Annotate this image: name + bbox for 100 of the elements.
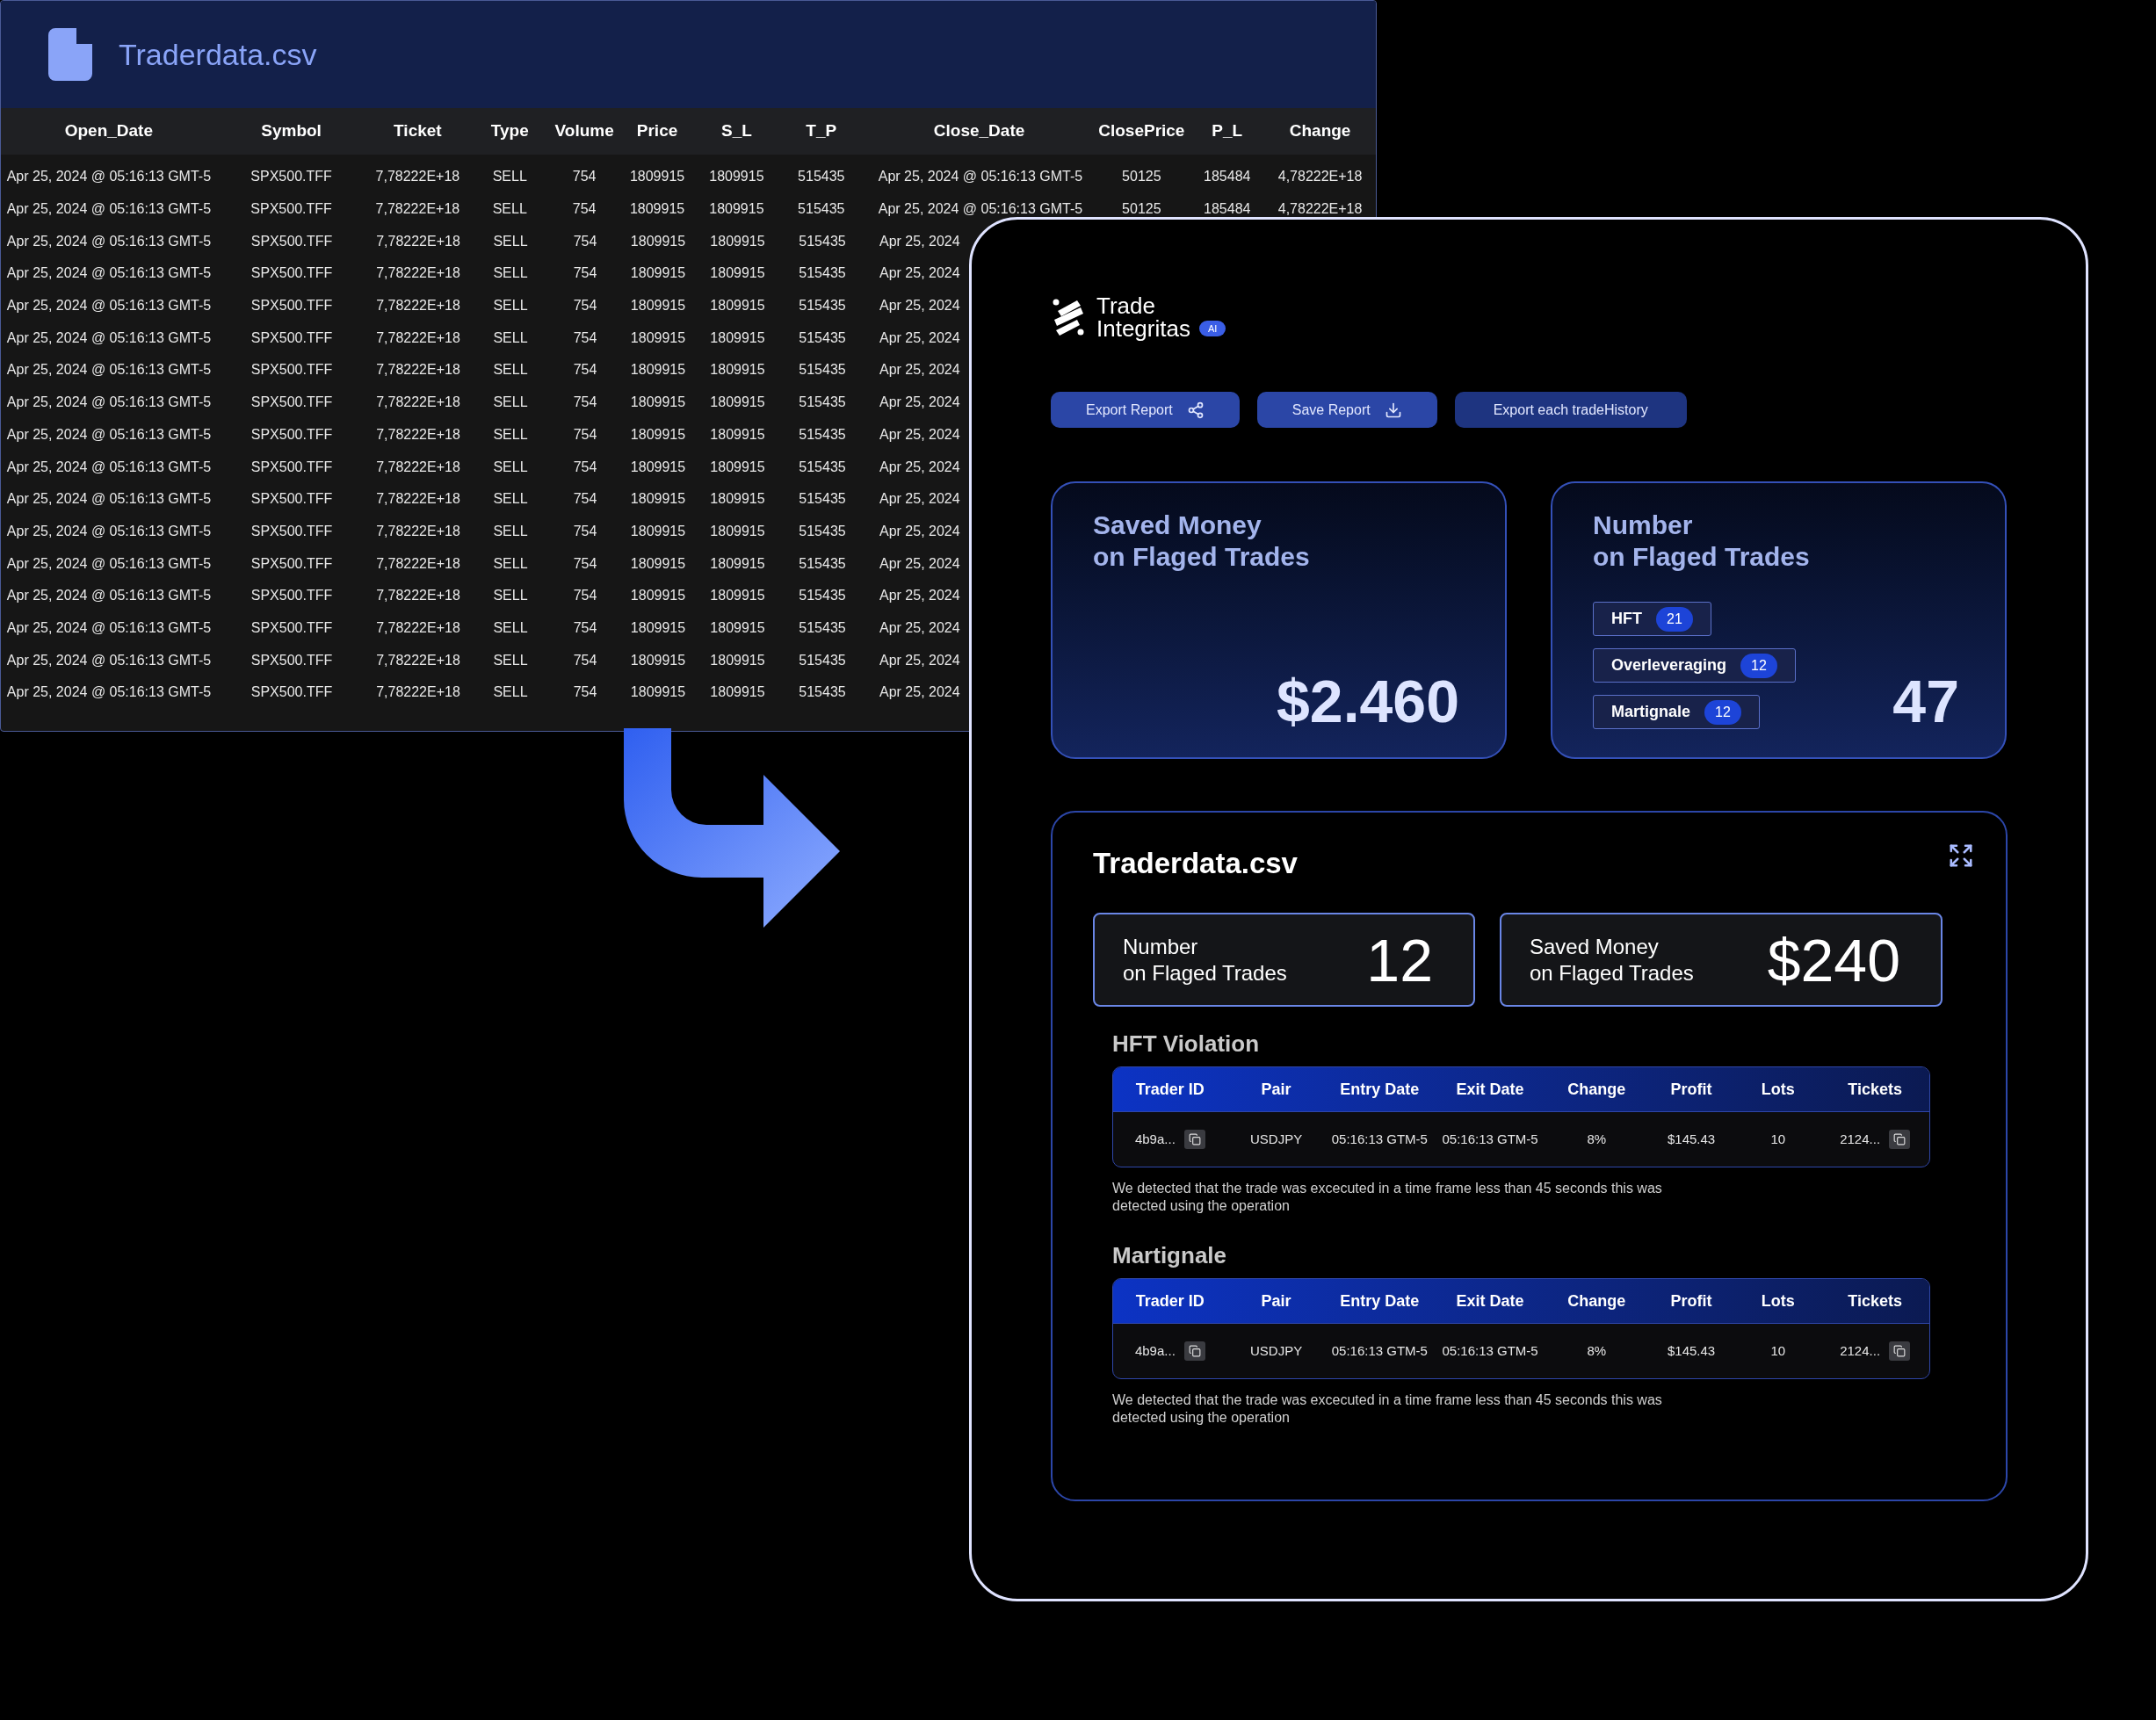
column-header: Change [1288,120,1352,142]
count-badge: 12 [1740,653,1777,678]
stat-label: on Flaged Trades [1123,959,1287,986]
table-cell-text: 515435 [799,522,846,540]
column-header: S_L [720,120,753,142]
table-cell-text: 1809915 [630,554,686,573]
table-cell-text: 7,78222E+18 [376,297,460,315]
table-cell-text: 05:16:13 GTM-5 [1442,1130,1538,1148]
table-cell-text: 1809915 [630,232,686,250]
table-cell-text: 1809915 [710,618,765,637]
table-cell-text: $145.43 [1667,1130,1716,1148]
download-icon [1384,401,1402,419]
column-header: Lots [1761,1290,1795,1312]
copy-button[interactable] [1889,1341,1911,1361]
table-cell-text: SELL [493,587,528,605]
action-button[interactable]: Export each tradeHistory [1454,392,1687,428]
table-cell-text: 1809915 [710,425,765,444]
copy-button[interactable] [1183,1130,1205,1149]
table-cell-text: 1809915 [710,651,765,669]
table-cell-text: 1809915 [710,554,765,573]
table-cell-text: 754 [573,297,597,315]
table-cell-text: 1809915 [630,683,686,702]
table-cell-text: 754 [573,394,597,412]
table-cell-text: 7,78222E+18 [376,587,460,605]
tag-label: Martignale [1611,702,1691,722]
table-cell-text: SELL [493,458,528,476]
table-cell: Apr 25, 2024 [879,652,960,668]
table-cell-text: 515435 [799,651,846,669]
table-cell-text: SPX500.TFF [250,168,332,186]
table-cell: Apr 25, 2024 [879,459,960,474]
table-cell-text: 754 [573,651,597,669]
table-cell-text: Apr 25, 2024 @ 05:16:13 GMT-5 [6,297,212,315]
table-cell: Apr 25, 2024 [879,619,960,635]
table-cell-text: SPX500.TFF [250,394,333,412]
table-cell-text: 1809915 [629,200,685,219]
section-title: Traderdata.csv [1093,846,1298,881]
table-cell-text: SPX500.TFF [250,522,333,540]
table-cell: Apr 25, 2024 @ 05:16:13 GMT-5 [878,169,1083,184]
copy-button[interactable] [1889,1130,1911,1149]
table-cell-text: 1809915 [709,200,764,219]
table-cell-text: 7,78222E+18 [376,329,460,347]
column-header: Tickets [1848,1079,1902,1100]
table-cell-text: 2124... [1840,1341,1881,1360]
table-cell-text: 754 [573,264,597,283]
table-cell-text: 1809915 [630,297,686,315]
table-cell-text: SPX500.TFF [250,200,332,219]
table-cell-text: 515435 [799,394,846,412]
table-cell-text: 7,78222E+18 [376,264,460,283]
tag-label: HFT [1611,609,1642,629]
share-icon [1186,401,1205,419]
table-cell-text: 50125 [1122,168,1161,186]
table-cell: Apr 25, 2024 [879,588,960,603]
table-cell-text: SPX500.TFF [250,297,333,315]
file-icon [48,28,92,81]
table-cell-text: 1809915 [710,458,765,476]
table-cell-text: SPX500.TFF [250,232,333,250]
table-cell-text: 1809915 [710,329,765,347]
table-cell-text: 754 [573,329,597,347]
table-cell-text: SELL [493,329,528,347]
column-header: Price [635,120,679,142]
stat-label: Saved Money [1530,933,1660,960]
table-cell-text: 7,78222E+18 [376,394,460,412]
table-cell-text: 4,78222E+18 [1277,168,1363,186]
table-cell-text: SPX500.TFF [250,554,333,573]
table-cell-text: SPX500.TFF [250,264,333,283]
table-cell-text: SELL [493,618,528,637]
column-header: Entry Date [1340,1290,1420,1312]
table-cell: Apr 25, 2024 [879,523,960,538]
action-button[interactable]: Export Report [1051,392,1240,428]
table-cell-text: SPX500.TFF [250,490,333,509]
table-cell-text: SPX500.TFF [250,618,333,637]
table-cell-text: 515435 [799,587,846,605]
table-cell: Apr 25, 2024 [879,265,960,281]
card-value: $2.460 [1277,668,1459,734]
expand-button[interactable] [1948,842,1974,869]
table-cell-text: 7,78222E+18 [376,361,460,379]
table-cell-text: 515435 [799,264,846,283]
action-button[interactable]: Save Report [1256,392,1437,428]
table-cell-text: 754 [573,683,597,702]
card-title: Saved Money [1093,509,1262,541]
table-cell-text: 1809915 [630,522,686,540]
table-cell-text: 7,78222E+18 [376,651,460,669]
table-cell-text: SELL [493,522,528,540]
table-cell-text: SELL [493,490,528,509]
copy-button[interactable] [1183,1341,1205,1361]
table-cell-text: 7,78222E+18 [376,522,460,540]
table-cell-text: 05:16:13 GTM-5 [1331,1130,1428,1148]
card-title: Number [1593,509,1694,541]
column-header: Exit Date [1456,1079,1524,1100]
column-header: Close_Date [932,120,1026,142]
table-cell: Apr 25, 2024 [879,394,960,410]
stat-value: 12 [1366,926,1433,994]
table-cell: Apr 25, 2024 [879,684,960,700]
table-cell-text: 05:16:13 GTM-5 [1442,1341,1538,1360]
table-cell-text: 754 [573,490,597,509]
table-cell-text: 1809915 [710,232,765,250]
table-cell-text: 515435 [799,683,846,702]
table-cell-text: Apr 25, 2024 @ 05:16:13 GMT-5 [6,361,212,379]
column-header: Exit Date [1456,1290,1524,1312]
column-header: Symbol [260,120,322,142]
